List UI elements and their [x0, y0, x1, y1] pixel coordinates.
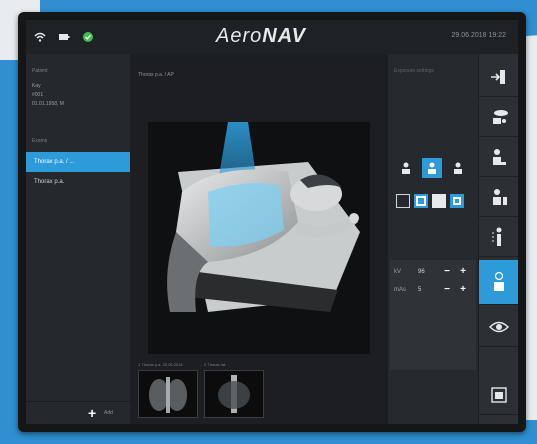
patient-birthdate: 01.01.1958, M: [32, 101, 64, 107]
patient-seated-icon: [493, 149, 506, 165]
settings-title: Exposure settings: [394, 68, 434, 74]
exit-button[interactable]: [479, 58, 518, 97]
xray-thumbnail[interactable]: [138, 370, 198, 418]
patient-position-icon: [493, 189, 507, 205]
add-exam-label: Add: [104, 410, 113, 416]
settings-panel: Exposure settings kV 96 − + mAs 5 − +: [388, 54, 478, 424]
battery-icon: [58, 30, 70, 42]
image-viewer-button[interactable]: [479, 376, 518, 415]
pose-left-button[interactable]: [396, 158, 416, 178]
exam-item[interactable]: Thorax p.a.: [26, 172, 130, 192]
param-value: 5: [418, 286, 422, 293]
thumbnail-item[interactable]: 2 Thorax lat.: [204, 362, 264, 418]
collimation-field-button[interactable]: [414, 194, 428, 208]
pose-right-button[interactable]: [448, 158, 468, 178]
increase-mas-button[interactable]: +: [458, 284, 468, 295]
image-viewer-icon: [491, 387, 507, 403]
tube-position-icon: [493, 110, 508, 124]
patient-name: Kay: [32, 83, 41, 89]
collimation-full-button[interactable]: [432, 194, 446, 208]
exams-section-label: Exams: [32, 138, 48, 144]
tablet-device: AeroNAV 29.06.2018 19:22 Patient Kay #00…: [18, 12, 526, 432]
patient-section-label: Patient: [32, 68, 48, 74]
param-row-kv: kV 96 − +: [394, 266, 468, 277]
param-label: kV: [394, 268, 402, 275]
add-exam-button[interactable]: +: [88, 405, 96, 421]
decrease-kv-button[interactable]: −: [442, 266, 452, 277]
app-logo: AeroNAV: [216, 25, 306, 48]
thumbnail-caption: 2 Thorax lat.: [204, 362, 227, 367]
thumbnail-strip: 1 Thorax p.a. 29.06.2018 2 Thorax lat.: [138, 362, 264, 418]
main-viewer: Thorax p.a. / AP 1 Thorax p.a. 29.06.201…: [130, 54, 388, 424]
decrease-mas-button[interactable]: −: [442, 284, 452, 295]
patient-position-button[interactable]: [479, 178, 518, 217]
wifi-icon: [34, 30, 46, 42]
door-exit-icon: [491, 70, 505, 84]
pose-center-button[interactable]: [422, 158, 442, 178]
person-icon: [428, 162, 436, 174]
logo-prefix: Aero: [216, 25, 263, 47]
status-icons: [34, 30, 94, 42]
view-label: Thorax p.a. / AP: [138, 72, 174, 78]
standing-patient-icon: [492, 227, 502, 246]
thumbnail-caption: 1 Thorax p.a. 29.06.2018: [138, 362, 183, 367]
param-value: 96: [418, 268, 425, 275]
tube-position-button[interactable]: [479, 98, 518, 137]
left-panel-footer: + Add: [26, 401, 130, 424]
increase-kv-button[interactable]: +: [458, 266, 468, 277]
standing-patient-button[interactable]: [479, 218, 518, 257]
eye-icon: [489, 321, 509, 333]
date-time: 29.06.2018 19:22: [451, 32, 507, 39]
collimation-selector: [396, 194, 464, 208]
tool-rail: [478, 54, 518, 424]
patient-info: Kay #001 01.01.1958, M: [32, 82, 64, 109]
top-bar: AeroNAV 29.06.2018 19:22: [26, 20, 518, 54]
param-row-mas: mAs 5 − +: [394, 284, 468, 295]
collimation-center-button[interactable]: [450, 194, 464, 208]
thumbnail-item[interactable]: 1 Thorax p.a. 29.06.2018: [138, 362, 198, 418]
screen: AeroNAV 29.06.2018 19:22 Patient Kay #00…: [26, 20, 518, 424]
seated-patient-button[interactable]: [479, 138, 518, 177]
exposure-button[interactable]: [479, 260, 518, 305]
param-label: mAs: [394, 286, 406, 293]
exposure-parameters: kV 96 − + mAs 5 − +: [390, 260, 476, 370]
xray-thumbnail[interactable]: [204, 370, 264, 418]
exam-item-active[interactable]: Thorax p.a. / ...: [26, 152, 130, 172]
status-ok-icon: [82, 30, 94, 42]
logo-suffix: NAV: [262, 25, 306, 47]
patient-id: #001: [32, 92, 44, 98]
xray-exposure-icon: [494, 271, 504, 291]
person-icon: [454, 162, 462, 174]
patient-pose-selector: [396, 158, 468, 178]
patient-3d-viewport[interactable]: [148, 122, 370, 354]
person-icon: [402, 162, 410, 174]
left-panel: Patient Kay #001 01.01.1958, M Exams Tho…: [26, 54, 131, 424]
collimation-off-button[interactable]: [396, 194, 410, 208]
patient-model-image: [167, 122, 360, 312]
preview-button[interactable]: [479, 308, 518, 347]
